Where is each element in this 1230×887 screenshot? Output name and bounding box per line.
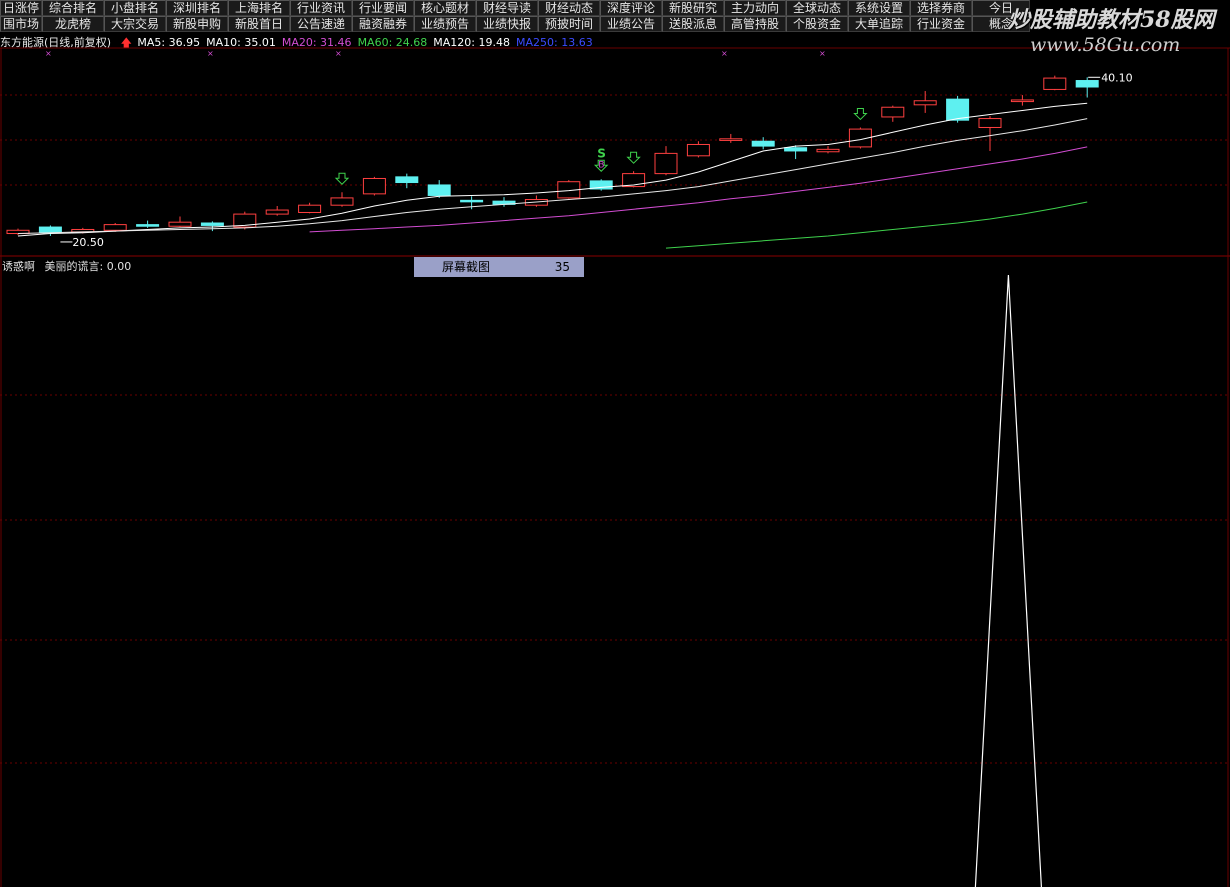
candle-body: [200, 222, 224, 226]
tooltip-label: 屏幕截图: [442, 260, 491, 274]
candle-body: [881, 106, 905, 118]
watermark-url: www.58Gu.com: [1030, 34, 1181, 56]
period-marker: ×: [207, 49, 214, 58]
screenshot-tooltip[interactable]: 屏幕截图 35: [414, 257, 584, 277]
signal-markers: 40.10 20.50 SB × × × × ×: [45, 49, 1133, 249]
candle-body: [103, 224, 127, 231]
sell-signal-label: S: [597, 146, 606, 160]
candle-body: [427, 184, 451, 196]
candle-body: [298, 204, 322, 213]
signal-sub-label: B: [598, 160, 604, 170]
candle-body: [784, 147, 808, 152]
ma-indicator: MA60: 24.68: [357, 36, 428, 49]
candle-body: [1075, 80, 1099, 88]
period-marker: ×: [335, 49, 342, 58]
ma-indicator: MA120: 19.48: [433, 36, 510, 49]
ma-indicator: MA250: 13.63: [516, 36, 593, 49]
candle-body: [686, 143, 710, 157]
candle-body: [1043, 77, 1067, 90]
candle-body: [136, 224, 160, 227]
candle-body: [816, 148, 840, 153]
stock-chart[interactable]: 40.10 20.50 SB × × × × ×: [0, 0, 1230, 887]
ma-indicator: MA5: 36.95: [137, 36, 201, 49]
ma-indicator: MA20: 31.46: [281, 36, 352, 49]
candle-body: [460, 199, 484, 203]
ma20-line: [309, 146, 1088, 233]
low-price-label: 20.50: [72, 236, 104, 249]
sub-indicator-title[interactable]: 诱惑啊: [2, 260, 35, 273]
candle-body: [719, 138, 743, 141]
ma-indicator-list: MA5: 36.95 MA10: 35.01 MA20: 31.46 MA60: 24…: [137, 36, 598, 49]
sub-indicator-chart: [974, 274, 1042, 887]
ma60-line: [665, 201, 1088, 249]
period-marker: ×: [45, 49, 52, 58]
down-arrow-icon: [853, 107, 868, 121]
candle-body: [395, 176, 419, 184]
sub-indicator-bar: 诱惑啊 美丽的谎言: 0.00: [2, 258, 132, 273]
candle-body: [946, 98, 970, 121]
candle-body: [751, 140, 775, 147]
candle-body: [168, 221, 192, 227]
candlestick-series: [6, 75, 1099, 236]
candle-body: [38, 226, 62, 234]
up-arrow-icon: 🡅: [120, 36, 132, 49]
period-marker: ×: [721, 49, 728, 58]
chart-grid: [0, 47, 1230, 887]
tooltip-value: 35: [554, 260, 570, 274]
period-marker: ×: [819, 49, 826, 58]
ma5-line: [17, 102, 1088, 237]
candle-body: [654, 152, 678, 175]
watermark-brand: 炒股辅助教材58股网: [1008, 7, 1215, 33]
sub-indicator-value: 美丽的谎言: 0.00: [44, 260, 132, 273]
candle-body: [265, 209, 289, 215]
down-arrow-icon: [334, 172, 350, 185]
sub-indicator-line: [974, 274, 1042, 887]
ma10-line: [17, 118, 1088, 234]
down-arrow-icon: [626, 151, 641, 164]
candle-body: [330, 197, 354, 206]
candle-body: [913, 100, 937, 106]
indicator-bar: 东方能源(日线,前复权) 🡅 MA5: 36.95 MA10: 35.01 MA20…: [0, 34, 605, 49]
candle-body: [1010, 99, 1034, 103]
candle-body: [978, 118, 1002, 128]
stock-title[interactable]: 东方能源(日线,前复权): [0, 36, 111, 49]
high-price-label: 40.10: [1101, 71, 1133, 84]
ma-indicator: MA10: 35.01: [206, 36, 276, 49]
candle-body: [362, 177, 386, 195]
